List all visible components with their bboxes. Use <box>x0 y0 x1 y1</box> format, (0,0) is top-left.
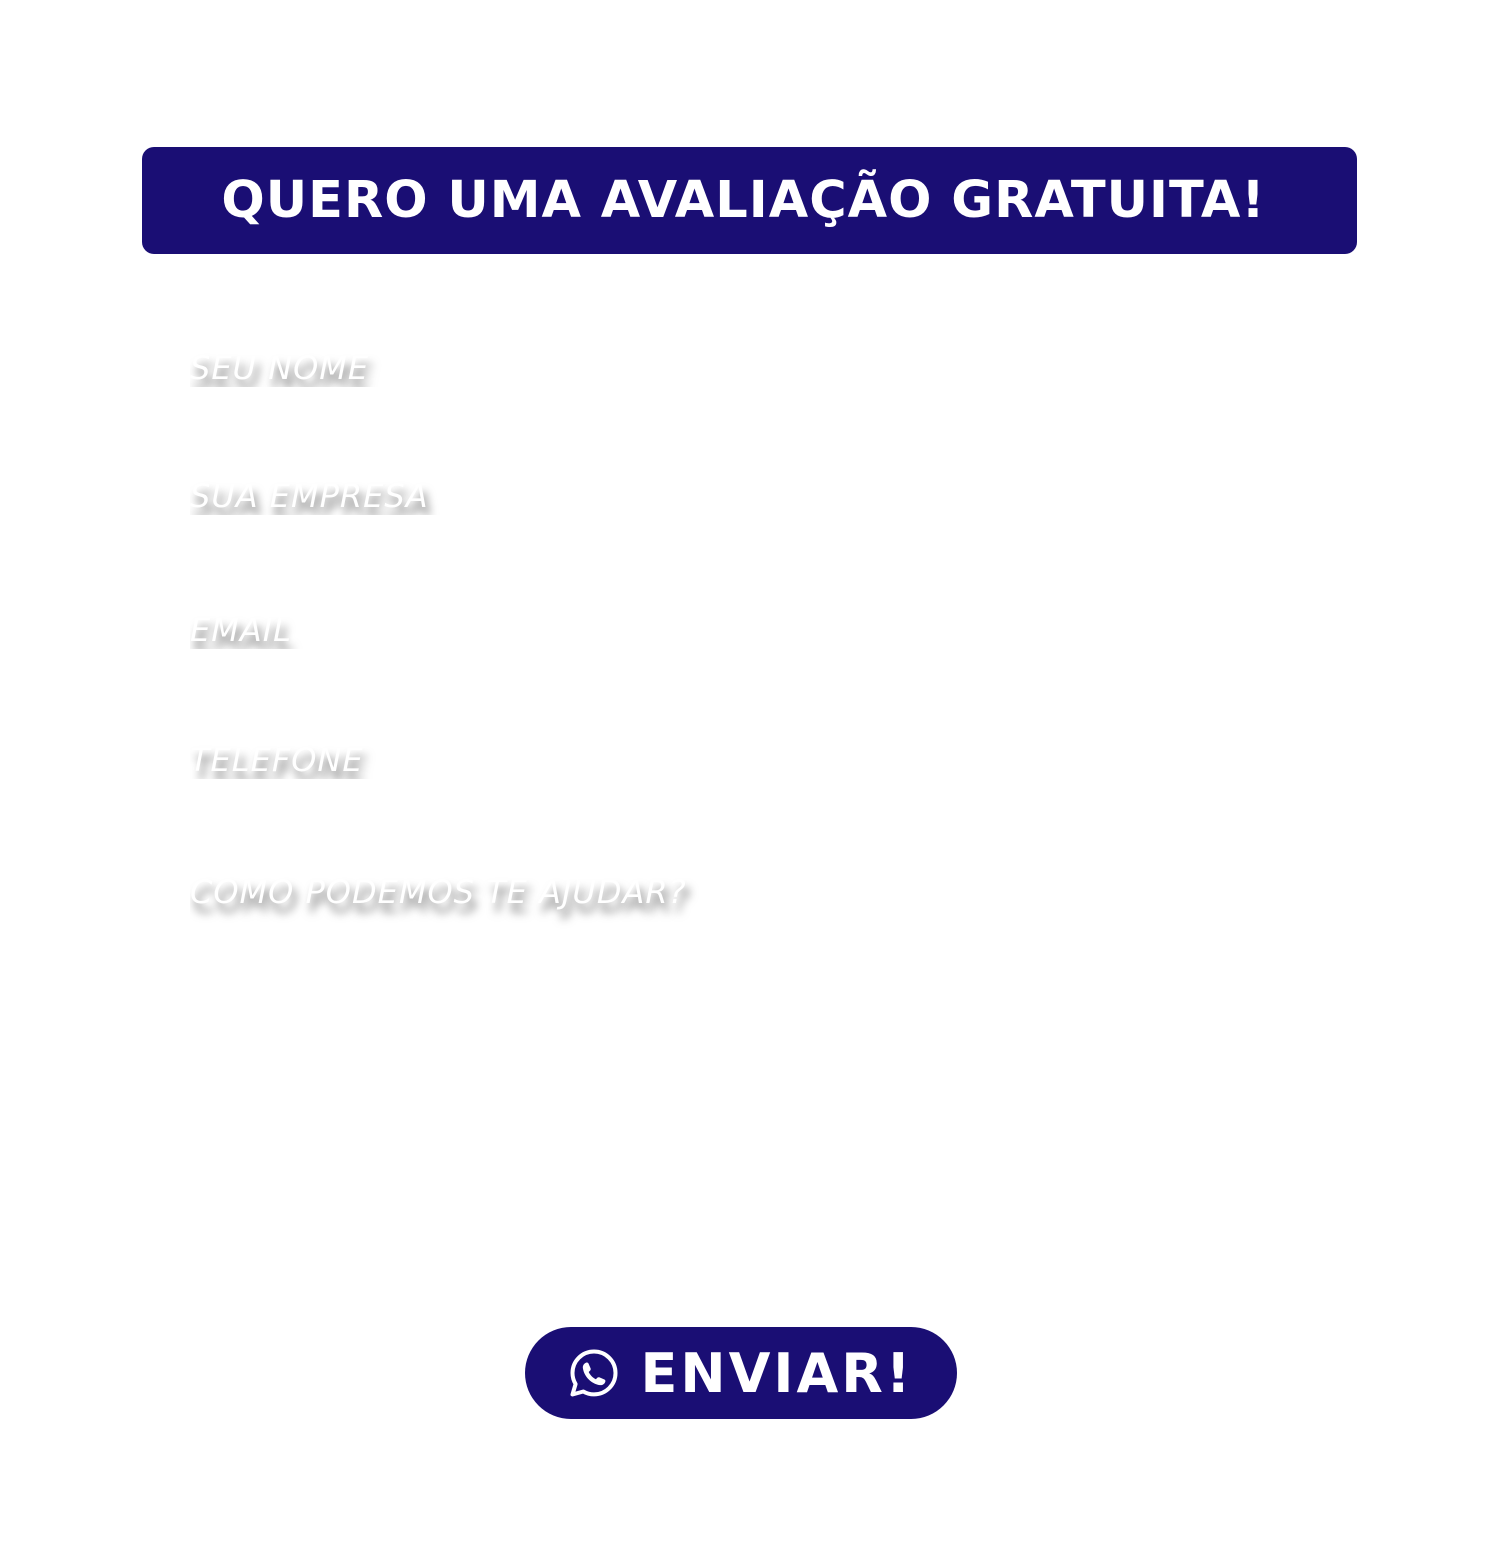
phone-field-wrapper <box>190 725 1310 795</box>
submit-label: ENVIAR! <box>640 1341 914 1405</box>
name-field-wrapper <box>190 333 1310 403</box>
email-field-wrapper <box>190 595 1310 665</box>
message-textarea[interactable] <box>190 862 1310 1242</box>
page-title: QUERO UMA AVALIAÇÃO GRATUITA! <box>221 171 1266 230</box>
company-input[interactable] <box>190 477 1310 515</box>
message-field-wrapper <box>190 862 1310 1242</box>
name-input[interactable] <box>190 349 1310 387</box>
company-field-wrapper <box>190 461 1310 531</box>
header-banner: QUERO UMA AVALIAÇÃO GRATUITA! <box>142 147 1357 254</box>
email-input[interactable] <box>190 611 1310 649</box>
submit-button[interactable]: ENVIAR! <box>525 1327 957 1419</box>
whatsapp-icon <box>570 1349 618 1397</box>
phone-input[interactable] <box>190 741 1310 779</box>
